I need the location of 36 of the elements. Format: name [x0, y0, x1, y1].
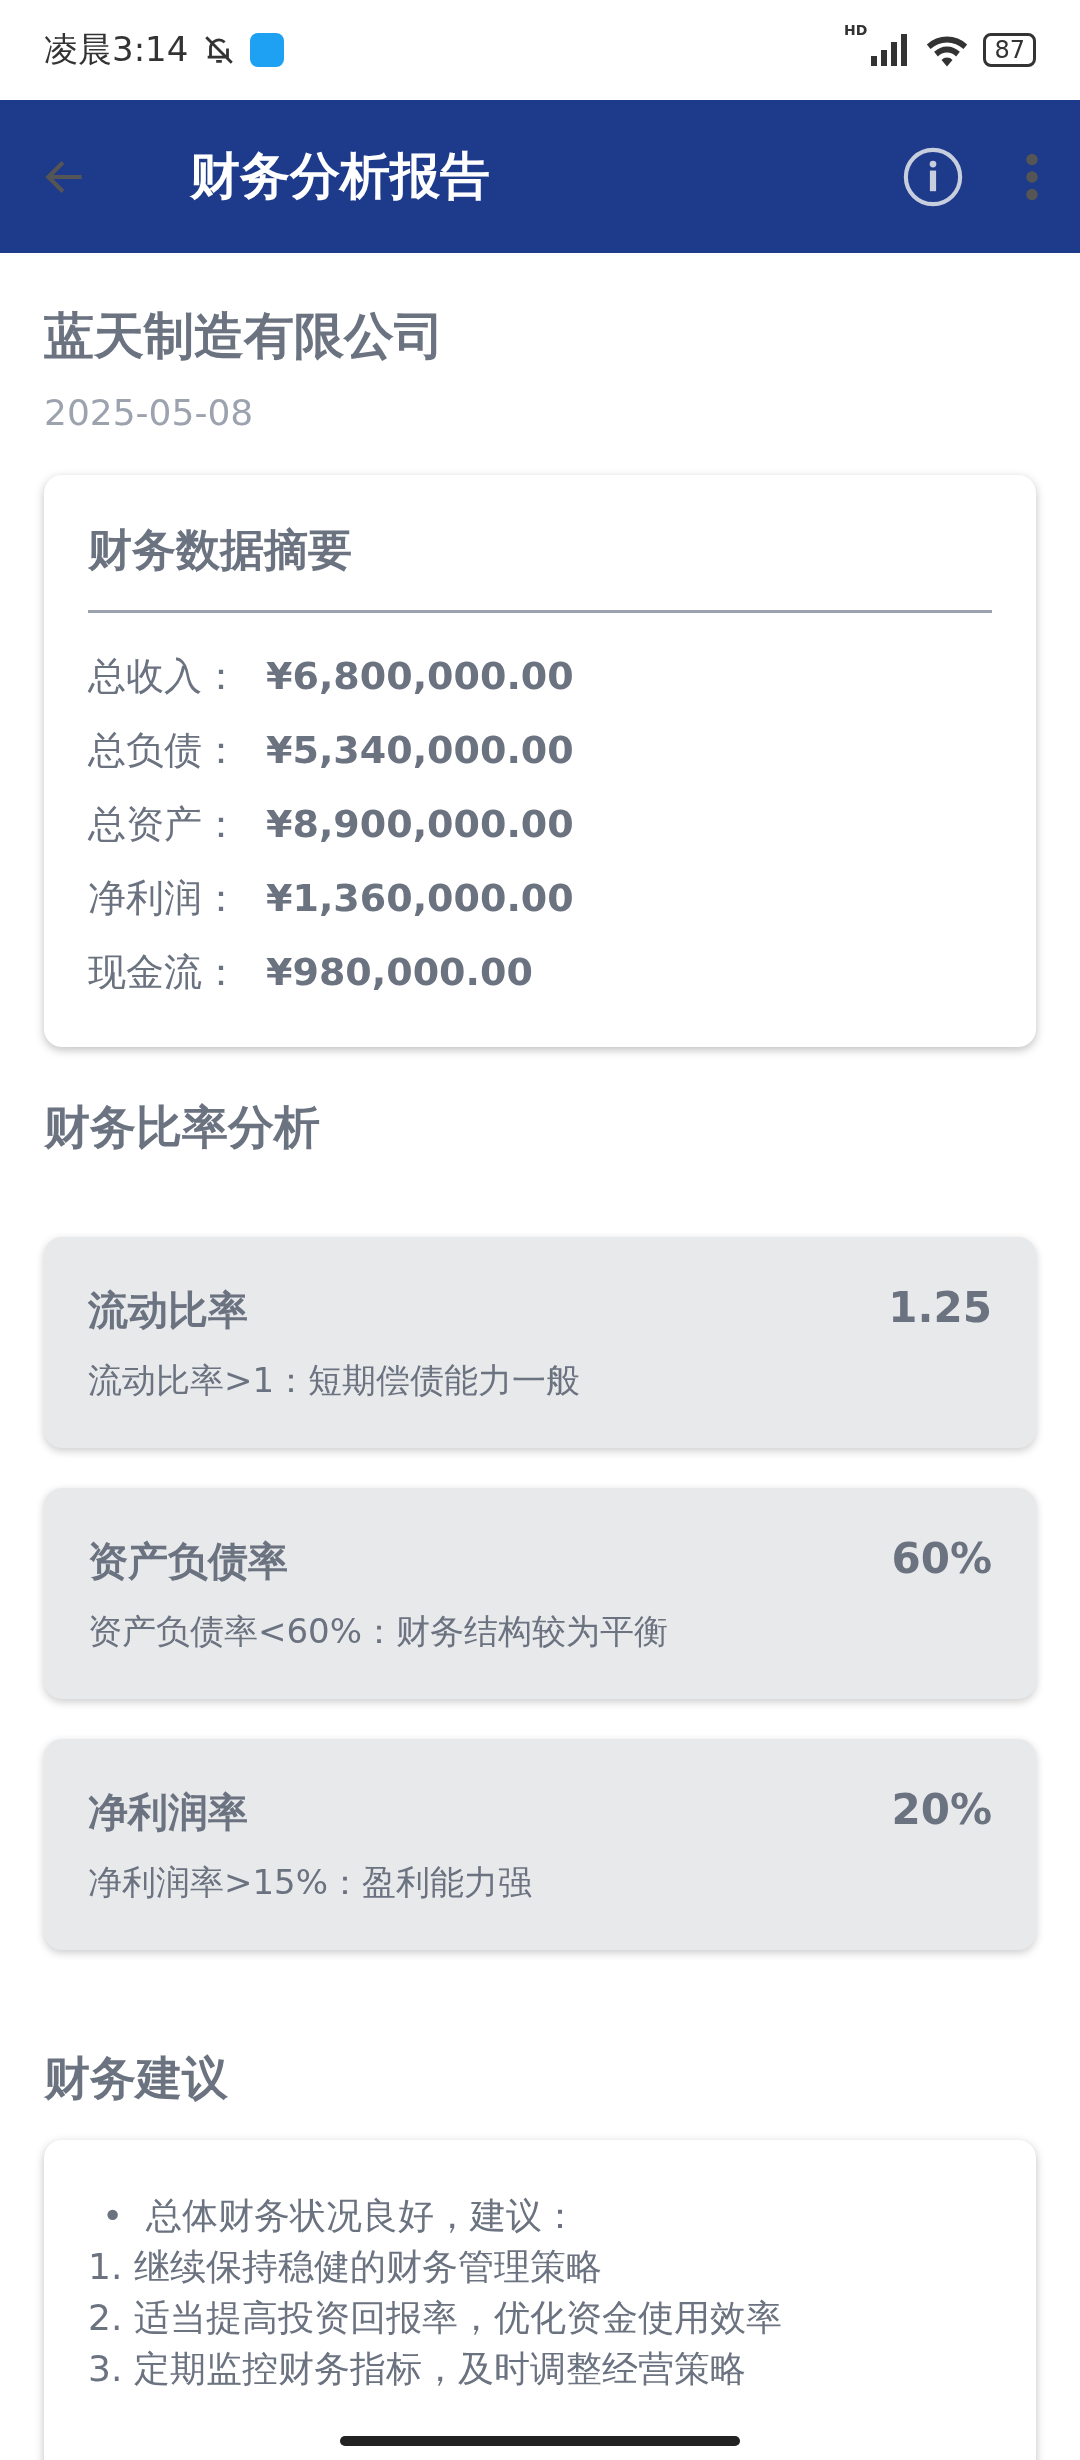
- status-time: 凌晨3:14: [44, 28, 189, 71]
- advice-line: 1. 继续保持稳健的财务管理策略: [88, 2245, 602, 2289]
- network-type: HD: [844, 22, 868, 38]
- advice-line: 3. 定期监控财务指标，及时调整经营策略: [88, 2347, 746, 2391]
- ratio-value: 20%: [891, 1785, 992, 1836]
- ratio-note: 净利润率>15%：盈利能力强: [88, 1861, 534, 1904]
- more-options-icon[interactable]: [1024, 151, 1040, 202]
- section-title: 财务建议: [44, 2050, 229, 2107]
- report-date: 2025-05-08: [44, 392, 255, 433]
- field-value: ¥6,800,000.00: [266, 654, 574, 698]
- ratio-note: 流动比率>1：短期偿债能力一般: [88, 1359, 582, 1402]
- field-value: ¥8,900,000.00: [266, 802, 574, 846]
- field-label: 总资产：: [88, 800, 241, 848]
- advice-line: 2. 适当提高投资回报率，优化资金使用效率: [88, 2296, 782, 2340]
- field-label: 总收入：: [88, 652, 241, 700]
- ratio-note: 资产负债率<60%：财务结构较为平衡: [88, 1610, 670, 1653]
- ratio-value: 1.25: [888, 1283, 992, 1334]
- field-value: ¥980,000.00: [266, 950, 533, 994]
- field-value: ¥5,340,000.00: [266, 728, 574, 772]
- field-label: 净利润：: [88, 874, 241, 922]
- field-label: 总负债：: [88, 726, 241, 774]
- bullet: •: [101, 2194, 125, 2238]
- company-name: 蓝天制造有限公司: [44, 306, 445, 367]
- field-label: 现金流：: [88, 948, 241, 996]
- ratio-name: 资产负债率: [88, 1537, 288, 1586]
- field-value: ¥1,360,000.00: [266, 876, 574, 920]
- section-title: 财务比率分析: [44, 1099, 321, 1156]
- page-title: 财务分析报告: [190, 146, 491, 207]
- ratio-value: 60%: [891, 1534, 992, 1585]
- ratio-name: 流动比率: [88, 1286, 248, 1335]
- card-title: 财务数据摘要: [88, 521, 992, 613]
- wifi-icon: [925, 33, 970, 67]
- info-icon[interactable]: [902, 145, 964, 208]
- advice-line: 总体财务状况良好，建议：: [146, 2194, 578, 2238]
- battery-level: 87: [983, 33, 1036, 67]
- ratio-name: 净利润率: [88, 1788, 248, 1837]
